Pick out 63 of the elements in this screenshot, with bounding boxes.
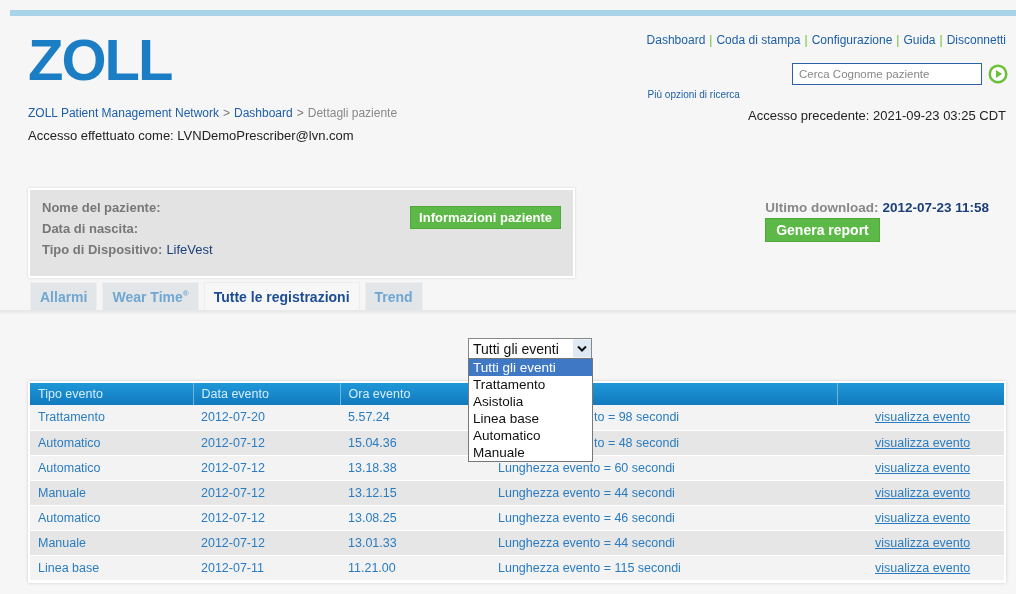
field-label: Data di nascita: (42, 221, 139, 236)
tab[interactable]: Tutte le registrazioni (203, 282, 360, 310)
table-cell: 13.12.15 (348, 485, 397, 500)
table-cell: Manuale (38, 535, 86, 550)
table-cell: 13.08.25 (348, 510, 397, 525)
table-cell: 2012-07-20 (201, 410, 265, 425)
dropdown-option[interactable]: Tutti gli eventi (469, 359, 592, 376)
table-cell: 2012-07-12 (201, 485, 265, 500)
nav-separator: | (709, 33, 713, 47)
last-download-label: Ultimo download: (765, 200, 879, 215)
breadcrumb-link[interactable]: ZOLL Patient Management Network (28, 106, 219, 120)
previous-login-text: Accesso precedente: 2021-09-23 03:25 CDT (748, 108, 1006, 123)
table-cell: 5.57.24 (348, 410, 390, 425)
table-cell: 11.21.00 (348, 560, 396, 575)
table-cell: Automatico (38, 435, 101, 450)
table-cell: Manuale (38, 485, 86, 500)
table-cell: Lunghezza evento = 46 secondi (498, 510, 675, 525)
table-cell: 2012-07-12 (201, 535, 265, 550)
table-cell: Lunghezza evento = 44 secondi (498, 485, 675, 500)
event-filter-dropdown[interactable]: Tutti gli eventi (468, 338, 592, 359)
field-label: Tipo di Dispositivo: (42, 242, 163, 257)
nav-link[interactable]: Coda di stampa (716, 33, 801, 47)
dropdown-option[interactable]: Linea base (469, 410, 592, 427)
last-download-value: 2012-07-23 11:58 (882, 200, 989, 215)
breadcrumb-current: Dettagli paziente (307, 106, 398, 120)
nav-link[interactable]: Guida (903, 33, 936, 47)
table-cell: 15.04.36 (348, 435, 397, 450)
table-cell: 2012-07-12 (201, 435, 265, 450)
table-cell: Lunghezza evento = 44 secondi (498, 535, 675, 550)
nav-separator: | (939, 33, 943, 47)
table-cell: to = 98 secondi (594, 410, 680, 425)
search-field[interactable]: Cerca Cognome paziente (792, 63, 982, 85)
table-cell: 13.01.33 (348, 535, 397, 550)
table-cell: Trattamento (38, 410, 105, 425)
table-cell: Lunghezza evento = 60 secondi (498, 460, 675, 475)
nav-link[interactable]: Disconnetti (946, 33, 1006, 47)
table-cell: Linea base (38, 560, 100, 575)
dropdown-option[interactable]: Automatico (469, 427, 592, 444)
nav-link[interactable]: Dashboard (646, 33, 706, 47)
table-cell: to = 48 secondi (594, 435, 680, 450)
login-text: Accesso effettuato come: LVNDemoPrescriber@lvn.com (28, 128, 355, 143)
breadcrumb-link[interactable]: Dashboard (234, 106, 293, 120)
field-value: LifeVest (166, 242, 213, 257)
breadcrumb-separator: > (223, 106, 230, 120)
table-cell: 2012-07-12 (201, 510, 265, 525)
nav-separator: | (804, 33, 808, 47)
column-header: Tipo evento (30, 383, 193, 405)
more-search-options-link[interactable]: Più opzioni di ricerca (647, 89, 740, 100)
breadcrumb-separator: > (296, 106, 304, 120)
nav-link[interactable]: Configurazione (811, 33, 893, 47)
nav-separator: | (896, 33, 900, 47)
zoll-logo: ZOLL (28, 30, 172, 92)
table-cell: Lunghezza evento = 115 secondi (498, 560, 681, 575)
table-cell: 2012-07-12 (201, 460, 265, 475)
dropdown-option[interactable]: Manuale (469, 444, 592, 461)
column-header: Data evento (193, 383, 340, 405)
table-cell: 2012-07-11 (201, 560, 264, 575)
caret-icon (573, 339, 591, 358)
table-cell: Automatico (38, 510, 101, 525)
search-go-icon[interactable] (988, 64, 1008, 84)
table-cell: Automatico (38, 460, 101, 475)
field-label: Nome del paziente: (42, 200, 161, 215)
table-cell: 13.18.38 (348, 460, 397, 475)
